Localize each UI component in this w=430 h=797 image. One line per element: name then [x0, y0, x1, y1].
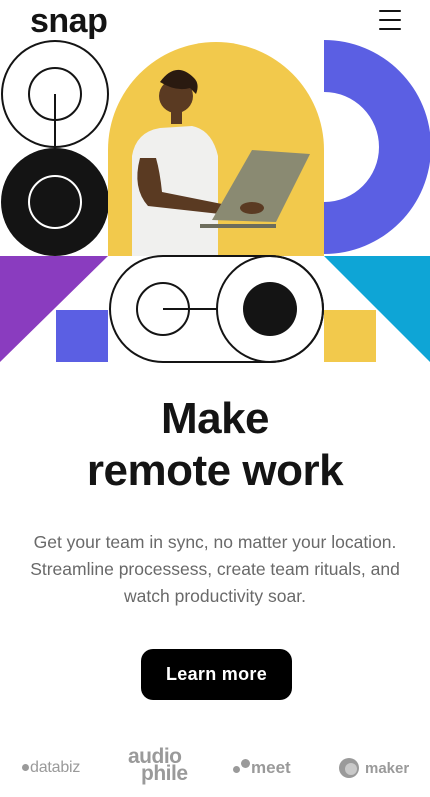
yellow-square-shape — [324, 310, 376, 362]
audiophile-logo: audio phile — [128, 746, 188, 784]
learn-more-button[interactable]: Learn more — [141, 649, 292, 700]
blue-d-shape — [324, 40, 430, 254]
toggle-pill-shape — [109, 255, 324, 363]
databiz-wordmark: databiz — [30, 759, 81, 776]
meet-wordmark: meet — [251, 758, 291, 777]
site-header: snap — [0, 0, 430, 40]
blue-square-shape — [56, 310, 108, 362]
maker-logo: maker — [339, 758, 409, 778]
maker-circle-icon — [339, 758, 359, 778]
meet-logo: meet — [233, 758, 291, 778]
hero-title: Make remote work — [0, 393, 430, 497]
hero-illustration — [0, 38, 430, 368]
hero-description-line-1: Get your team in sync, no matter your lo… — [33, 532, 397, 552]
databiz-logo: databiz — [22, 759, 80, 777]
hero-description: Get your team in sync, no matter your lo… — [15, 529, 415, 610]
yellow-arch-photo — [108, 42, 324, 256]
hero-description-line-3: watch productivity soar. — [124, 586, 306, 606]
maker-wordmark: maker — [365, 760, 410, 777]
meet-dots-icon — [233, 759, 251, 775]
client-logos: databiz audio phile meet maker — [0, 742, 430, 792]
outline-circle-shape — [1, 40, 109, 150]
hero-title-line-2: remote work — [86, 446, 344, 495]
snap-logo[interactable]: snap — [30, 1, 108, 41]
hero-description-line-2: Streamline processess, create team ritua… — [30, 559, 400, 579]
databiz-dot-icon — [22, 764, 29, 771]
black-circle-shape — [1, 148, 109, 256]
hero-title-line-1: Make — [160, 394, 270, 443]
hamburger-menu-icon[interactable] — [378, 9, 402, 31]
